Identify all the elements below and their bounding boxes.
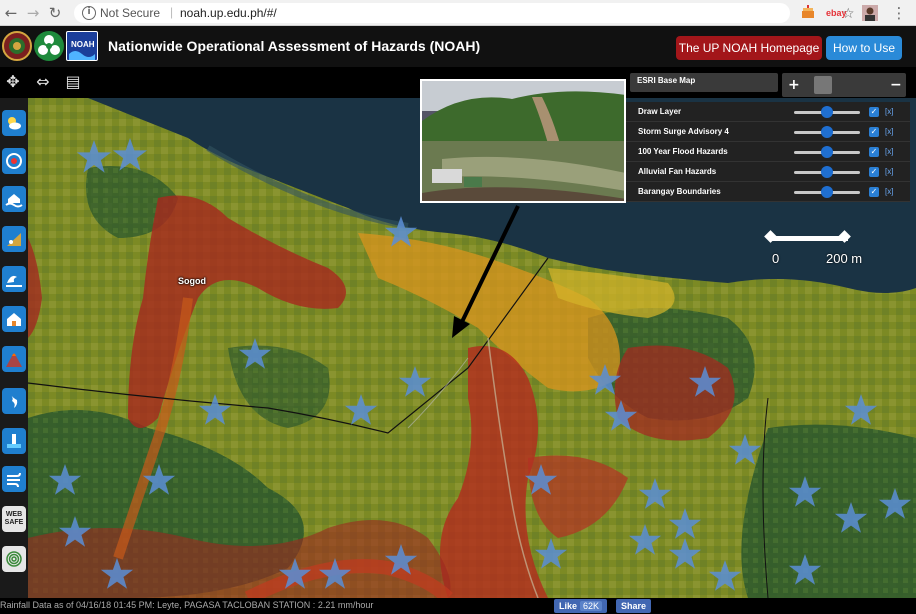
- facebook-share-button[interactable]: Share: [616, 599, 652, 613]
- page-title: Nationwide Operational Assessment of Haz…: [108, 38, 481, 54]
- remove-layer-link[interactable]: [x]: [885, 107, 893, 116]
- forward-icon[interactable]: →: [24, 4, 42, 22]
- dost-logo: [34, 31, 64, 61]
- slider-handle[interactable]: [821, 186, 833, 198]
- fingerprint-icon[interactable]: [2, 546, 26, 572]
- address-bar[interactable]: i Not Secure | noah.up.edu.ph/#/ ☆: [74, 3, 855, 23]
- layer-name: 100 Year Flood Hazards: [638, 147, 728, 156]
- rainfall-status: Rainfall Data as of 04/16/18 01:45 PM: L…: [0, 600, 374, 610]
- map-icon[interactable]: [2, 388, 26, 414]
- scale-label-end: 200 m: [826, 251, 863, 266]
- menu-kebab-icon[interactable]: ⋮: [890, 4, 908, 22]
- app-root: ← → ↻ i Not Secure | noah.up.edu.ph/#/ ☆…: [0, 0, 916, 614]
- url-separator: |: [170, 5, 174, 19]
- layer-row: Draw Layer ✓ [x]: [626, 102, 910, 122]
- tide-icon[interactable]: [2, 428, 26, 454]
- remove-layer-link[interactable]: [x]: [885, 147, 893, 156]
- slider-handle[interactable]: [821, 106, 833, 118]
- basemap-opacity-control: + −: [782, 73, 906, 97]
- wind-icon[interactable]: [2, 466, 26, 492]
- layer-row: 100 Year Flood Hazards ✓ [x]: [626, 142, 910, 162]
- status-bar: Rainfall Data as of 04/16/18 01:45 PM: L…: [0, 598, 916, 614]
- remove-layer-link[interactable]: [x]: [885, 167, 893, 176]
- layer-name: Storm Surge Advisory 4: [638, 127, 729, 136]
- layer-visibility-checkbox[interactable]: ✓: [869, 127, 879, 137]
- layer-visibility-checkbox[interactable]: ✓: [869, 147, 879, 157]
- remove-layer-link[interactable]: [x]: [885, 187, 893, 196]
- volcano-icon[interactable]: [2, 346, 26, 372]
- share-label: Share: [621, 601, 647, 611]
- extension-cake-icon[interactable]: [800, 5, 818, 21]
- measure-icon[interactable]: ⇔: [30, 70, 56, 94]
- scale-label-start: 0: [772, 251, 780, 266]
- like-label: Like: [559, 601, 578, 611]
- facebook-like-button[interactable]: Like 62K: [554, 599, 608, 613]
- basemap-label: ESRI Base Map: [637, 76, 696, 85]
- security-label: Not Secure: [100, 6, 161, 20]
- layer-list: Draw Layer ✓ [x] Storm Surge Advisory 4 …: [626, 102, 910, 202]
- layer-row: Alluvial Fan Hazards ✓ [x]: [626, 162, 910, 182]
- zoom-out-button[interactable]: −: [890, 77, 902, 93]
- basemap-selector[interactable]: ESRI Base Map: [630, 73, 778, 92]
- landslide-icon[interactable]: [2, 226, 26, 252]
- info-icon[interactable]: i: [82, 6, 96, 20]
- flood-icon[interactable]: [2, 186, 26, 212]
- websafe-icon[interactable]: WEB SAFE: [2, 506, 26, 532]
- back-icon[interactable]: ←: [2, 4, 20, 22]
- profile-avatar[interactable]: [862, 5, 878, 21]
- layer-name: Barangay Boundaries: [638, 187, 721, 196]
- slider-handle[interactable]: [821, 126, 833, 138]
- pan-icon[interactable]: ✥: [0, 70, 26, 94]
- shelter-icon[interactable]: [2, 306, 26, 332]
- site-photo[interactable]: [420, 79, 626, 203]
- hazard-sidebar: WEB SAFE: [0, 98, 28, 598]
- layer-row: Storm Surge Advisory 4 ✓ [x]: [626, 122, 910, 142]
- place-label-sogod: Sogod: [178, 276, 206, 286]
- app-header: NOAH Nationwide Operational Assessment o…: [0, 26, 916, 67]
- zoom-in-button[interactable]: +: [788, 77, 800, 93]
- browser-toolbar: ← → ↻ i Not Secure | noah.up.edu.ph/#/ ☆…: [0, 0, 916, 26]
- layer-row: Barangay Boundaries ✓ [x]: [626, 182, 910, 202]
- reload-icon[interactable]: ↻: [46, 4, 64, 22]
- layer-name: Draw Layer: [638, 107, 682, 116]
- url-text[interactable]: noah.up.edu.ph/#/: [180, 6, 277, 20]
- layer-name: Alluvial Fan Hazards: [638, 167, 717, 176]
- homepage-button[interactable]: The UP NOAH Homepage: [676, 36, 822, 60]
- slider-handle[interactable]: [821, 146, 833, 158]
- remove-layer-link[interactable]: [x]: [885, 127, 893, 136]
- how-to-use-button[interactable]: How to Use: [826, 36, 902, 60]
- storm-surge-icon[interactable]: [2, 266, 26, 292]
- up-seal-logo: [2, 31, 32, 61]
- noah-logo: NOAH: [66, 31, 98, 61]
- scale-bar: [770, 236, 848, 241]
- typhoon-icon[interactable]: [2, 148, 26, 174]
- slider-handle[interactable]: [821, 166, 833, 178]
- extension-ebay-icon[interactable]: ebay: [826, 5, 848, 21]
- weather-icon[interactable]: [2, 110, 26, 136]
- layer-visibility-checkbox[interactable]: ✓: [869, 167, 879, 177]
- layer-visibility-checkbox[interactable]: ✓: [869, 107, 879, 117]
- basemap-opacity-handle[interactable]: [814, 76, 832, 94]
- like-count: 62K: [580, 601, 603, 611]
- layer-visibility-checkbox[interactable]: ✓: [869, 187, 879, 197]
- layout-icon[interactable]: ▤: [60, 70, 86, 94]
